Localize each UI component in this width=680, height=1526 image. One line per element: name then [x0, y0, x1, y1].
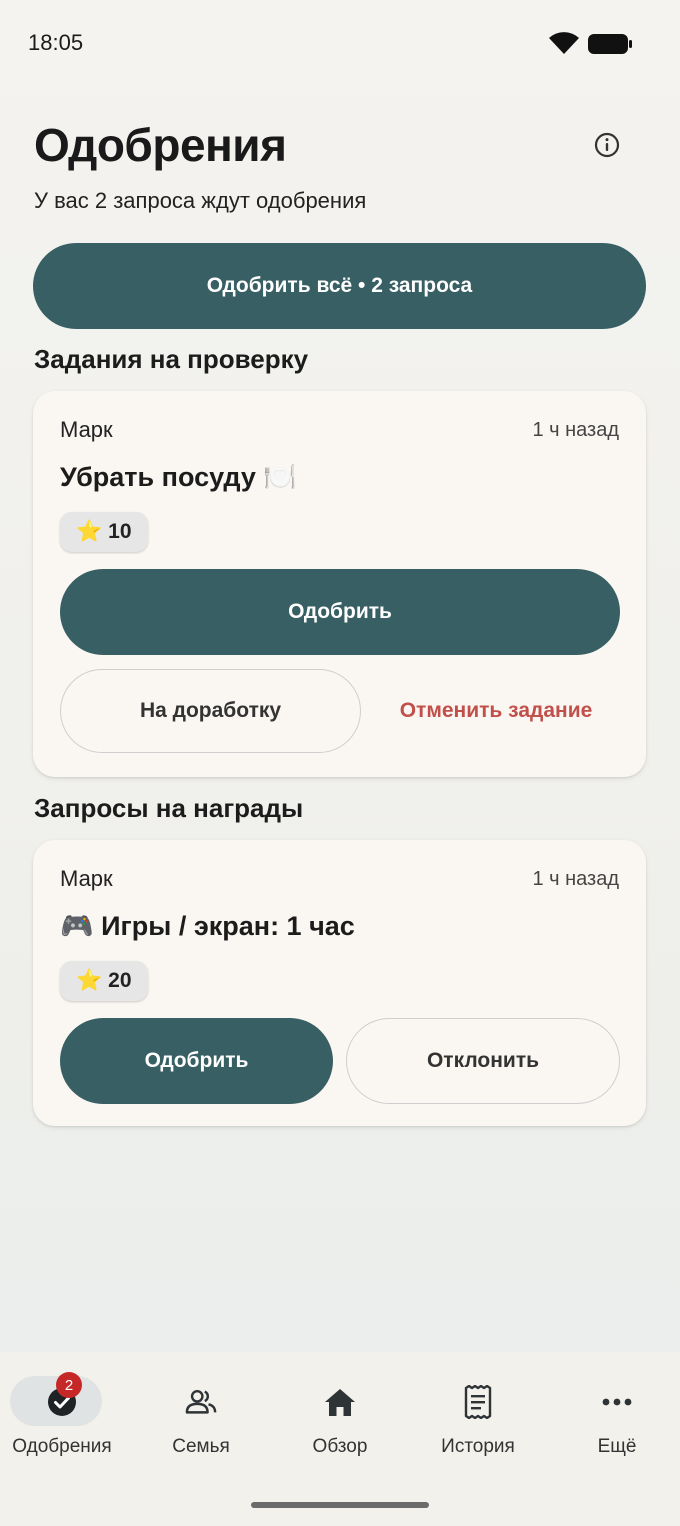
- points-value: 10: [108, 520, 132, 543]
- nav-label: Семья: [172, 1436, 230, 1457]
- nav-item-approvals[interactable]: 2 Одобрения: [0, 1372, 130, 1464]
- approve-all-button[interactable]: Одобрить всё • 2 запроса: [33, 243, 646, 329]
- nav-item-more[interactable]: Ещё: [549, 1374, 680, 1464]
- nav-item-family[interactable]: Семья: [133, 1374, 269, 1464]
- group-icon: [185, 1386, 217, 1418]
- approve-reward-button[interactable]: Одобрить: [60, 1018, 333, 1104]
- nav-label: Обзор: [312, 1436, 368, 1457]
- section-title-rewards: Запросы на награды: [34, 793, 304, 823]
- status-time: 18:05: [28, 30, 84, 55]
- points-badge: ⭐ 20: [60, 961, 148, 1001]
- rework-button[interactable]: На доработку: [60, 669, 361, 753]
- points-value: 20: [108, 969, 132, 992]
- status-bar: 18:05: [0, 0, 680, 88]
- reject-reward-button[interactable]: Отклонить: [346, 1018, 620, 1104]
- approve-button[interactable]: Одобрить: [60, 569, 620, 655]
- card-title: 🎮 Игры / экран: 1 час: [60, 911, 355, 941]
- page-subtitle: У вас 2 запроса ждут одобрения: [34, 188, 367, 213]
- receipt-icon: [462, 1385, 494, 1419]
- card-time: 1 ч назад: [532, 868, 619, 890]
- task-card: Марк 1 ч назад Убрать посуду 🍽️ ⭐ 10 Одо…: [33, 391, 646, 777]
- star-icon: ⭐: [76, 520, 103, 543]
- home-icon: [324, 1386, 356, 1418]
- nav-item-history[interactable]: История: [410, 1374, 546, 1464]
- card-user: Марк: [60, 866, 113, 891]
- wifi-icon: [549, 32, 579, 54]
- reward-card: Марк 1 ч назад 🎮 Игры / экран: 1 час ⭐ 2…: [33, 840, 646, 1126]
- bottom-nav: 2 Одобрения Семья Обзор История Ещё: [0, 1352, 680, 1526]
- nav-badge: 2: [56, 1372, 82, 1398]
- cancel-task-button[interactable]: Отменить задание: [376, 668, 616, 754]
- section-title-tasks: Задания на проверку: [34, 344, 309, 374]
- nav-label: История: [441, 1436, 515, 1457]
- nav-label: Одобрения: [12, 1436, 112, 1457]
- points-badge: ⭐ 10: [60, 512, 148, 552]
- page-title: Одобрения: [34, 119, 287, 171]
- nav-label: Ещё: [597, 1436, 637, 1457]
- star-icon: ⭐: [76, 969, 103, 992]
- battery-icon: [588, 34, 632, 54]
- card-title: Убрать посуду 🍽️: [60, 462, 298, 492]
- more-horizontal-icon: [601, 1386, 633, 1418]
- nav-item-overview[interactable]: Обзор: [272, 1374, 408, 1464]
- card-user: Марк: [60, 417, 113, 442]
- home-indicator[interactable]: [251, 1502, 429, 1508]
- info-icon: [594, 132, 620, 158]
- info-button[interactable]: [589, 127, 625, 163]
- card-time: 1 ч назад: [532, 419, 619, 441]
